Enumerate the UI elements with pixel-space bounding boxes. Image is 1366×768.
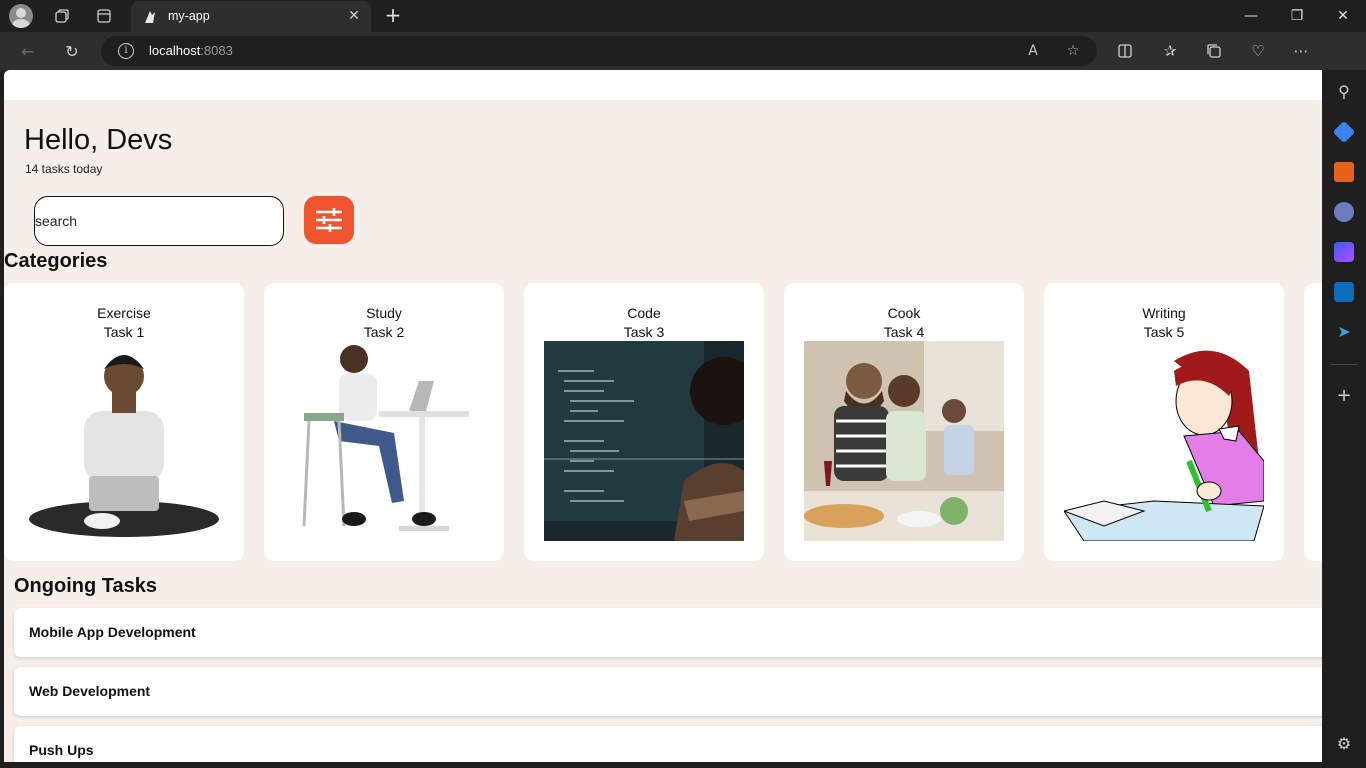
categories-list: Exercise Task 1 Study Task 2 Code Task 3… [4,283,1322,561]
category-task: Task 4 [883,324,925,340]
category-card-writing[interactable]: Writing Task 5 [1044,283,1284,561]
tasks-count: 14 tasks today [25,162,103,176]
filter-button[interactable] [304,196,354,244]
category-card-code[interactable]: Code Task 3 [524,283,764,561]
coding-monitor-image [544,341,744,541]
copilot-sidebar-icon[interactable] [1334,242,1354,262]
send-icon[interactable]: ➤ [1334,322,1354,342]
workspaces-icon[interactable] [50,4,74,28]
category-task: Task 2 [363,324,405,340]
task-label: Mobile App Development [29,624,196,640]
tab-title: my-app [168,9,210,23]
sidebar-divider [1330,364,1358,365]
edge-sidebar: ⚲ ➤ + ⚙ [1322,70,1366,768]
favorites-icon[interactable]: ✰ [1158,39,1182,63]
new-tab-icon[interactable]: + [381,4,405,28]
task-row[interactable]: Mobile App Development [14,608,1322,657]
search-icon[interactable]: ⚲ [1334,82,1354,102]
tab-close-icon[interactable]: ✕ [345,7,363,25]
favorite-star-icon[interactable]: ☆ [1062,40,1084,62]
address-bar[interactable]: i localhost:8083 A ☆ [101,36,1097,66]
minimize-icon[interactable]: — [1228,0,1274,32]
person-studying-image [302,345,469,531]
category-name: Study [366,305,402,321]
shopping-tag-icon[interactable] [1332,120,1356,144]
close-window-icon[interactable]: ✕ [1320,0,1366,32]
person-with-laptop-image [29,355,219,537]
app-favicon-icon [145,11,155,23]
category-card-partial[interactable] [1304,283,1322,561]
greeting-title: Hello, Devs [24,124,173,156]
category-name: Code [627,305,661,321]
category-task: Task 5 [1143,324,1185,340]
profile-icon[interactable] [9,4,33,28]
category-card-study[interactable]: Study Task 2 [264,283,504,561]
outlook-icon[interactable] [1334,282,1354,302]
category-name: Exercise [97,305,151,321]
category-task: Task 1 [103,324,145,340]
ongoing-tasks-title: Ongoing Tasks [14,575,157,597]
more-options-icon[interactable]: ⋯ [1289,39,1313,63]
refresh-icon[interactable]: ↻ [59,39,85,63]
split-screen-icon[interactable] [1113,39,1137,63]
task-row[interactable]: Push Ups [14,726,1322,762]
tab-actions-icon[interactable] [92,4,116,28]
search-input[interactable] [34,196,284,246]
page-viewport: Hello, Devs 14 tasks today Categories Ex… [4,70,1322,762]
people-cooking-image [804,341,1004,541]
browser-toolbar: ← ↻ i localhost:8083 A ☆ ✰ ♡ ⋯ [0,32,1366,95]
girl-writing-image [1064,350,1264,541]
task-label: Web Development [29,683,151,699]
restore-icon[interactable]: ❐ [1274,0,1320,32]
browser-tab-bar: my-app ✕ + — ❐ ✕ [0,0,1366,32]
category-card-exercise[interactable]: Exercise Task 1 [4,283,244,561]
category-task: Task 3 [623,324,665,340]
games-icon[interactable] [1334,202,1354,222]
categories-title: Categories [4,250,108,272]
top-bar [4,70,1322,100]
url-text[interactable]: localhost:8083 [149,43,233,58]
task-row[interactable]: Web Development [14,667,1322,716]
tools-icon[interactable] [1334,162,1354,182]
category-card-cook[interactable]: Cook Task 4 [784,283,1024,561]
task-label: Push Ups [29,742,94,758]
browser-essentials-icon[interactable]: ♡ [1246,39,1270,63]
site-info-icon[interactable]: i [118,43,134,59]
tab-my-app[interactable]: my-app ✕ [131,1,371,32]
category-name: Writing [1142,305,1186,321]
add-icon[interactable]: + [1334,386,1354,406]
settings-gear-icon[interactable]: ⚙ [1334,734,1354,754]
back-icon[interactable]: ← [15,39,41,63]
category-name: Cook [887,305,921,321]
read-aloud-icon[interactable]: A [1022,40,1044,62]
collections-icon[interactable] [1202,39,1226,63]
sliders-icon [316,208,342,232]
